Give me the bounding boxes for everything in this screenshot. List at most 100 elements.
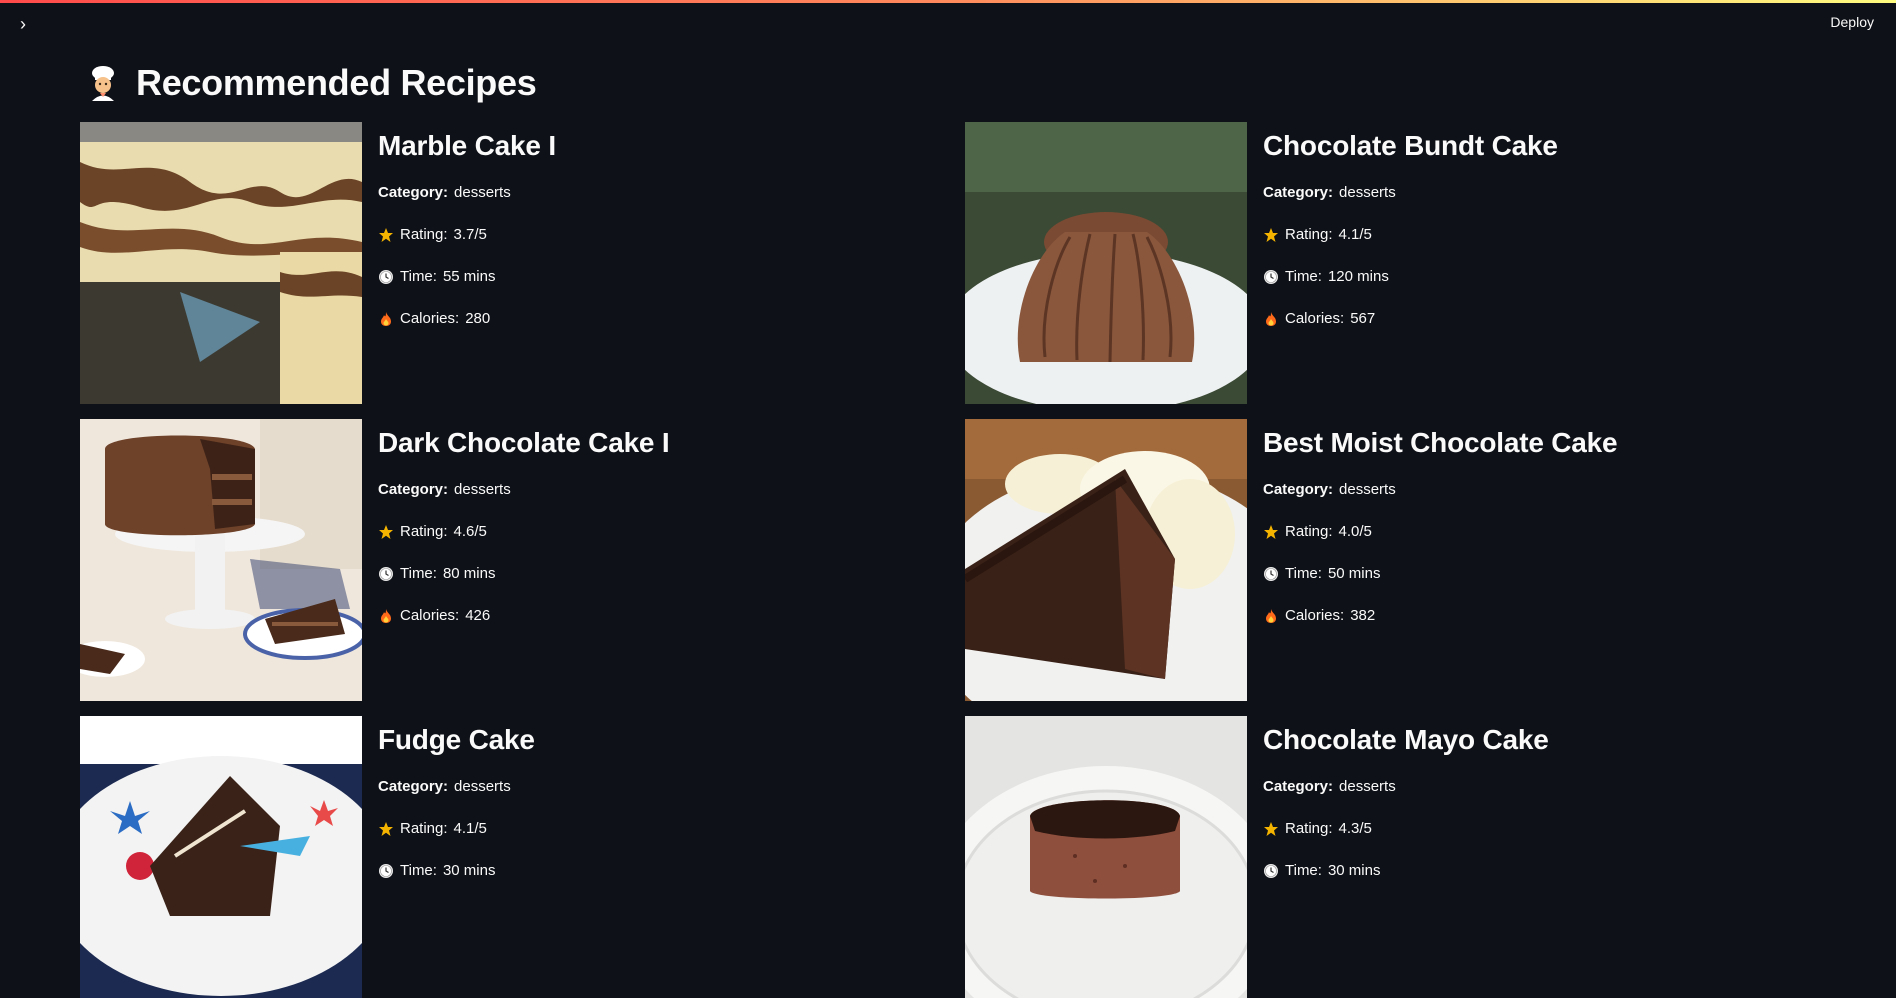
clock-icon (1264, 270, 1278, 284)
category-label: Category: (1263, 184, 1334, 201)
recipe-card[interactable]: Best Moist Chocolate Cake Category: desse… (965, 419, 1845, 701)
recipe-title: Chocolate Mayo Cake (1263, 724, 1549, 755)
calories-value: 382 (1350, 607, 1376, 624)
recipe-card[interactable]: Marble Cake I Category: desserts Rating: 3… (80, 122, 960, 404)
layer-cake-photo (80, 419, 362, 701)
category-value: desserts (1339, 778, 1396, 795)
recipe-image (965, 122, 1247, 404)
recipe-category: Category: desserts (378, 479, 669, 501)
clock-icon (379, 567, 393, 581)
time-label: Time: (400, 565, 437, 582)
rating-value: 3.7/5 (453, 226, 487, 243)
time-value: 30 mins (1327, 862, 1381, 879)
star-icon (1264, 228, 1278, 242)
star-icon (379, 822, 393, 836)
recipe-card[interactable]: Chocolate Bundt Cake Category: desserts R… (965, 122, 1845, 404)
recipe-time: Time: 30 mins (378, 860, 535, 882)
category-value: desserts (454, 778, 511, 795)
rating-value: 4.6/5 (453, 523, 487, 540)
rating-label: Rating: (400, 523, 448, 540)
mayo-cake-photo (965, 716, 1247, 998)
clock-icon (379, 864, 393, 878)
time-label: Time: (1285, 565, 1322, 582)
recipe-title: Fudge Cake (378, 724, 535, 755)
time-label: Time: (400, 862, 437, 879)
calories-value: 567 (1350, 310, 1376, 327)
category-value: desserts (454, 481, 511, 498)
calories-value: 280 (465, 310, 491, 327)
rating-value: 4.3/5 (1338, 820, 1372, 837)
recipe-category: Category: desserts (378, 182, 556, 204)
rating-label: Rating: (1285, 820, 1333, 837)
deploy-button[interactable]: Deploy (1830, 14, 1874, 30)
category-label: Category: (378, 184, 449, 201)
category-label: Category: (1263, 778, 1334, 795)
recipe-rating: Rating: 4.3/5 (1263, 818, 1549, 840)
recipe-category: Category: desserts (1263, 776, 1549, 798)
recipe-image (80, 419, 362, 701)
recipe-rating: Rating: 4.1/5 (1263, 224, 1558, 246)
rating-value: 4.1/5 (453, 820, 487, 837)
recipe-calories: Calories: 382 (1263, 605, 1617, 627)
recipe-time: Time: 30 mins (1263, 860, 1549, 882)
recipe-time: Time: 55 mins (378, 266, 556, 288)
sidebar-toggle-button[interactable]: › (12, 13, 34, 35)
recipe-calories: Calories: 567 (1263, 308, 1558, 330)
recipe-title: Chocolate Bundt Cake (1263, 130, 1558, 161)
recipe-card[interactable]: Fudge Cake Category: desserts Rating: 4.1/… (80, 716, 960, 998)
fire-icon (1266, 312, 1276, 326)
star-icon (1264, 525, 1278, 539)
recipe-image (80, 716, 362, 998)
time-label: Time: (1285, 862, 1322, 879)
chevron-right-icon: › (20, 13, 26, 34)
recipe-rating: Rating: 4.1/5 (378, 818, 535, 840)
calories-label: Calories: (1285, 607, 1345, 624)
category-value: desserts (1339, 184, 1396, 201)
fudge-cake-photo (80, 716, 362, 998)
rating-value: 4.0/5 (1338, 523, 1372, 540)
top-accent-bar (0, 0, 1896, 3)
calories-label: Calories: (1285, 310, 1345, 327)
time-label: Time: (1285, 268, 1322, 285)
rating-label: Rating: (1285, 523, 1333, 540)
recipe-category: Category: desserts (1263, 182, 1558, 204)
category-label: Category: (378, 778, 449, 795)
recipe-rating: Rating: 4.0/5 (1263, 521, 1617, 543)
rating-label: Rating: (400, 226, 448, 243)
calories-label: Calories: (400, 607, 460, 624)
category-label: Category: (378, 481, 449, 498)
recipe-rating: Rating: 3.7/5 (378, 224, 556, 246)
recipe-category: Category: desserts (1263, 479, 1617, 501)
recipe-image (80, 122, 362, 404)
category-value: desserts (454, 184, 511, 201)
calories-label: Calories: (400, 310, 460, 327)
time-value: 120 mins (1327, 268, 1389, 285)
recipe-calories: Calories: 426 (378, 605, 669, 627)
recipe-category: Category: desserts (378, 776, 535, 798)
time-value: 30 mins (442, 862, 496, 879)
recipe-title: Best Moist Chocolate Cake (1263, 427, 1618, 458)
time-label: Time: (400, 268, 437, 285)
time-value: 50 mins (1327, 565, 1381, 582)
recipe-time: Time: 50 mins (1263, 563, 1617, 585)
recipe-title: Dark Chocolate Cake I (378, 427, 670, 458)
fire-icon (381, 609, 391, 623)
category-value: desserts (1339, 481, 1396, 498)
time-value: 80 mins (442, 565, 496, 582)
recipe-card[interactable]: Chocolate Mayo Cake Category: desserts Ra… (965, 716, 1845, 998)
bundt-cake-photo (965, 122, 1247, 404)
recipe-card[interactable]: Dark Chocolate Cake I Category: desserts … (80, 419, 960, 701)
calories-value: 426 (465, 607, 491, 624)
recipe-time: Time: 80 mins (378, 563, 669, 585)
rating-label: Rating: (400, 820, 448, 837)
fire-icon (381, 312, 391, 326)
rating-value: 4.1/5 (1338, 226, 1372, 243)
marble-cake-photo (80, 122, 362, 404)
recipe-rating: Rating: 4.6/5 (378, 521, 669, 543)
star-icon (1264, 822, 1278, 836)
recipe-time: Time: 120 mins (1263, 266, 1558, 288)
clock-icon (379, 270, 393, 284)
page-title: Recommended Recipes (84, 62, 537, 104)
page-title-text: Recommended Recipes (136, 62, 537, 103)
time-value: 55 mins (442, 268, 496, 285)
